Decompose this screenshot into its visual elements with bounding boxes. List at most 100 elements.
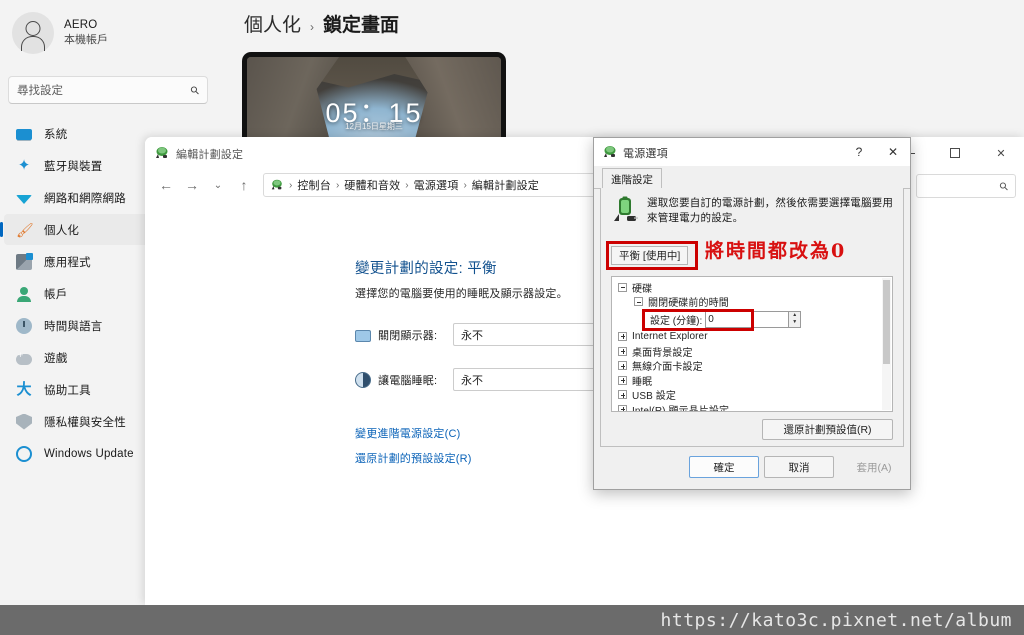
apps-icon	[16, 252, 33, 270]
address-crumb-2[interactable]: 電源選項	[414, 177, 459, 193]
sleep-value: 永不	[461, 374, 483, 387]
settings-search-placeholder: 尋找設定	[17, 85, 63, 97]
lockscreen-date: 12月15日星期三	[345, 122, 403, 131]
account-type: 本機帳戶	[64, 34, 108, 46]
dialog-footer: 確定 取消 套用(A)	[594, 447, 910, 489]
expand-toggle-icon[interactable]	[618, 375, 627, 385]
turn-off-display-label: 關閉顯示器:	[378, 329, 438, 342]
tree-item-label: 桌面背景設定	[632, 347, 693, 359]
tree-item-label: 硬碟	[632, 283, 653, 295]
minutes-setting-label: 設定 (分鐘):	[650, 315, 703, 327]
close-icon[interactable]: ✕	[876, 138, 910, 166]
battery-plug-icon	[614, 196, 638, 221]
cancel-button[interactable]: 取消	[764, 456, 834, 478]
tree-item[interactable]: USB 設定	[612, 388, 892, 403]
power-options-titlebar[interactable]: 電源選項 ? ✕	[594, 138, 910, 166]
system-icon	[16, 129, 32, 140]
tree-item-label: Intel(R) 顯示晶片設定	[632, 405, 730, 412]
search-icon: ⚲	[997, 179, 1012, 194]
dialog-window-controls: ? ✕	[842, 138, 910, 166]
sidebar-item-label: 協助工具	[44, 384, 91, 397]
expand-toggle-icon[interactable]	[618, 390, 627, 400]
breadcrumb-separator: ›	[310, 20, 315, 34]
control-panel-title: 編輯計劃設定	[176, 149, 244, 161]
power-plan-icon	[156, 147, 168, 158]
account-block[interactable]: AERO 本機帳戶	[12, 12, 108, 54]
tree-item-label: 睡眠	[632, 376, 653, 388]
close-icon[interactable]: ✕	[978, 137, 1024, 169]
address-separator: ›	[335, 179, 340, 191]
settings-search-input[interactable]: 尋找設定 ⚲	[8, 76, 208, 104]
minutes-setting-row: 設定 (分鐘): 0 ▲ ▼	[612, 309, 892, 329]
accounts-icon	[16, 286, 32, 302]
address-separator: ›	[463, 179, 467, 191]
bluetooth-icon: ✦	[17, 156, 31, 174]
settings-tree[interactable]: 硬碟 關閉硬碟前的時間 設定 (分鐘): 0 ▲ ▼ Internet Expl…	[611, 276, 893, 412]
power-options-dialog: 電源選項 ? ✕ 進階設定 選取您要自訂的電源計劃，然後依需要選擇電腦要用來管理…	[593, 137, 911, 490]
sleep-label: 讓電腦睡眠:	[378, 374, 438, 387]
monitor-icon	[355, 329, 371, 342]
dialog-header-text: 選取您要自訂的電源計劃，然後依需要選擇電腦要用來管理電力的設定。	[647, 197, 894, 224]
sidebar-item-label: 網路和網際網路	[44, 192, 126, 205]
red-annotation-text: 將時間都改為0	[705, 240, 847, 262]
collapse-toggle-icon[interactable]	[618, 282, 627, 292]
apply-button: 套用(A)	[856, 461, 892, 474]
restore-plan-defaults-button[interactable]: 還原計劃預設值(R)	[762, 419, 893, 440]
tree-item[interactable]: 桌面背景設定	[612, 344, 892, 359]
sidebar-item-label: 帳戶	[44, 288, 68, 301]
power-plan-selector[interactable]: 平衡 [使用中]	[611, 246, 689, 265]
expand-toggle-icon[interactable]	[618, 404, 627, 411]
sidebar-item-label: 應用程式	[44, 256, 91, 269]
power-plan-icon	[271, 179, 282, 190]
tree-item[interactable]: 關閉硬碟前的時間	[612, 295, 892, 310]
tree-scrollbar-thumb[interactable]	[883, 280, 890, 364]
windows-update-icon	[16, 445, 32, 462]
advanced-settings-panel: 選取您要自訂的電源計劃，然後依需要選擇電腦要用來管理電力的設定。 平衡 [使用中…	[600, 188, 904, 447]
time-language-icon	[16, 317, 32, 334]
collapse-toggle-icon[interactable]	[634, 297, 643, 307]
power-options-title: 電源選項	[623, 148, 668, 160]
spinner-up-icon[interactable]: ▲	[789, 312, 800, 320]
expand-toggle-icon[interactable]	[618, 346, 627, 356]
tree-item[interactable]: 硬碟	[612, 280, 892, 295]
minutes-setting-input[interactable]: 0	[705, 310, 790, 328]
network-icon	[16, 195, 32, 204]
dialog-header: 選取您要自訂的電源計劃，然後依需要選擇電腦要用來管理電力的設定。	[611, 196, 895, 226]
control-panel-search-input[interactable]: ⚲	[916, 174, 1016, 198]
tree-item[interactable]: 睡眠	[612, 373, 892, 388]
account-name: AERO	[64, 19, 98, 31]
sidebar-item-label: 個人化	[44, 224, 80, 237]
tree-scrollbar[interactable]	[882, 278, 891, 410]
up-arrow-icon[interactable]: ↑	[231, 172, 257, 198]
tree-item[interactable]: 無線介面卡設定	[612, 358, 892, 373]
spinner-down-icon[interactable]: ▼	[789, 319, 800, 327]
watermark: https://kato3c.pixnet.net/album	[660, 610, 1012, 631]
sidebar-item-label: Windows Update	[44, 447, 134, 460]
minutes-spinner-buttons[interactable]: ▲ ▼	[789, 310, 802, 328]
expand-toggle-icon[interactable]	[618, 331, 627, 341]
sidebar-item-label: 遊戲	[44, 352, 68, 365]
chevron-down-icon[interactable]: ⌄	[205, 172, 231, 198]
personalization-icon: 🖌	[16, 221, 34, 238]
tree-item[interactable]: Internet Explorer	[612, 329, 892, 344]
address-crumb-1[interactable]: 硬體和音效	[344, 177, 400, 193]
help-icon[interactable]: ?	[842, 138, 876, 166]
screen: AERO 本機帳戶 尋找設定 ⚲ 系統 ✦ 藍牙與裝置 網路和網際網路 🖌 個人…	[0, 0, 1024, 635]
tree-item-label: USB 設定	[632, 391, 676, 403]
address-crumb-3[interactable]: 編輯計劃設定	[472, 177, 539, 193]
back-arrow-icon[interactable]: ←	[153, 172, 179, 198]
tree-item[interactable]: Intel(R) 顯示晶片設定	[612, 402, 892, 412]
gaming-icon	[16, 350, 32, 365]
tree-item-label: 關閉硬碟前的時間	[648, 298, 729, 310]
tab-advanced-settings[interactable]: 進階設定	[602, 168, 662, 189]
address-crumb-0[interactable]: 控制台	[297, 177, 331, 193]
ok-button[interactable]: 確定	[689, 456, 759, 478]
privacy-shield-icon	[16, 413, 32, 430]
forward-arrow-icon[interactable]: →	[179, 172, 205, 198]
address-separator: ›	[289, 179, 293, 191]
person-icon	[12, 12, 54, 54]
sidebar-item-label: 時間與語言	[44, 320, 103, 333]
breadcrumb-root[interactable]: 個人化	[244, 10, 301, 37]
expand-toggle-icon[interactable]	[618, 361, 627, 371]
maximize-icon[interactable]	[932, 137, 978, 169]
